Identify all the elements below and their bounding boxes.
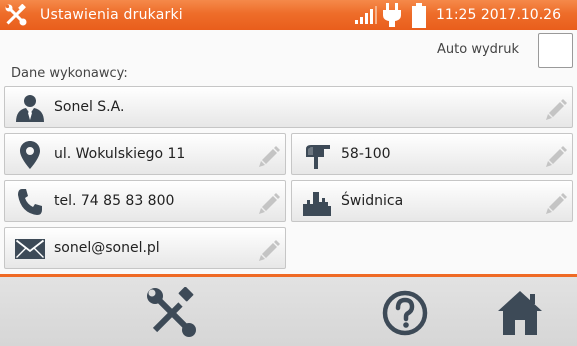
- pencil-icon[interactable]: [259, 145, 281, 167]
- location-pin-icon: [20, 141, 40, 169]
- help-button[interactable]: [379, 287, 431, 339]
- city-icon: [303, 192, 331, 216]
- city-field[interactable]: Świdnica: [291, 180, 573, 222]
- plug-icon: [383, 3, 401, 27]
- email-value: sonel@sonel.pl: [54, 240, 160, 256]
- settings-panel: Auto wydruk Dane wykonawcy: Sonel S.A. u…: [0, 30, 577, 274]
- pencil-icon[interactable]: [259, 239, 281, 261]
- auto-print-label: Auto wydruk: [437, 42, 520, 57]
- auto-print-checkbox[interactable]: [538, 33, 573, 68]
- clock: 11:25 2017.10.26: [436, 6, 561, 24]
- pencil-icon[interactable]: [546, 98, 568, 120]
- bottom-toolbar: [0, 274, 577, 346]
- pencil-icon[interactable]: [259, 192, 281, 214]
- tools-icon: [5, 4, 27, 26]
- phone-field[interactable]: tel. 74 85 83 800: [4, 180, 286, 222]
- name-value: Sonel S.A.: [54, 99, 125, 115]
- date: 2017.10.26: [480, 7, 561, 23]
- home-button[interactable]: [494, 287, 546, 339]
- person-icon: [16, 95, 44, 122]
- pencil-icon[interactable]: [546, 192, 568, 214]
- street-value: ul. Wokulskiego 11: [54, 146, 186, 162]
- pencil-icon[interactable]: [546, 145, 568, 167]
- street-field[interactable]: ul. Wokulskiego 11: [4, 133, 286, 175]
- signal-icon: [355, 6, 377, 24]
- tools-button[interactable]: [146, 287, 198, 339]
- title-bar: Ustawienia drukarki 11:25 2017.10.26: [0, 0, 577, 30]
- postal-code-value: 58-100: [341, 146, 391, 162]
- email-field[interactable]: sonel@sonel.pl: [4, 227, 286, 269]
- window-title: Ustawienia drukarki: [40, 7, 183, 23]
- time: 11:25: [436, 7, 477, 23]
- mailbox-icon: [306, 145, 330, 169]
- phone-value: tel. 74 85 83 800: [54, 193, 175, 209]
- contractor-section-label: Dane wykonawcy:: [11, 66, 128, 81]
- battery-icon: [412, 3, 426, 28]
- postal-code-field[interactable]: 58-100: [291, 133, 573, 175]
- name-field[interactable]: Sonel S.A.: [4, 86, 573, 128]
- envelope-icon: [15, 239, 45, 259]
- phone-icon: [18, 189, 42, 215]
- city-value: Świdnica: [341, 193, 404, 209]
